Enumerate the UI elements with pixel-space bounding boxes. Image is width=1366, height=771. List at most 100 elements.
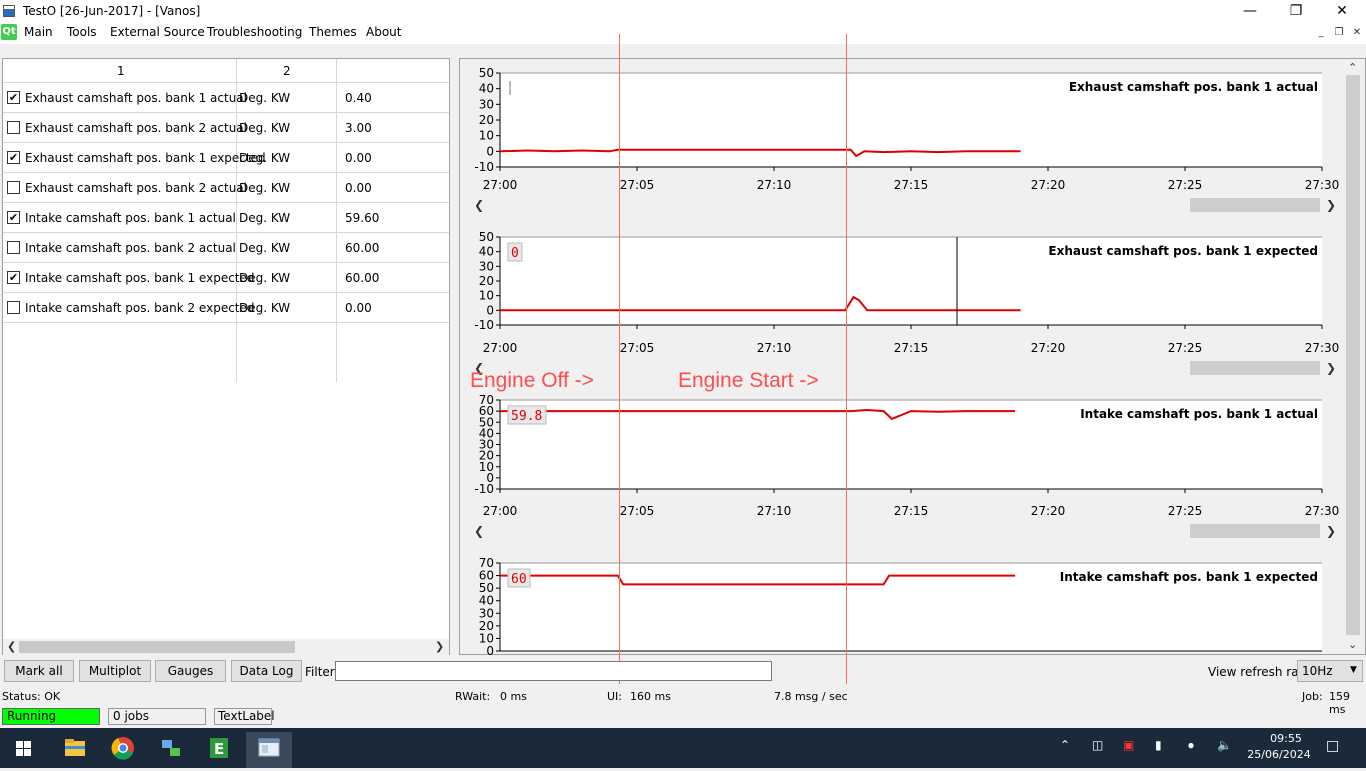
jobs-indicator: 0 jobs <box>108 708 206 725</box>
y-tick-label: -10 <box>474 482 494 496</box>
x-tick-label: 27:20 <box>1031 504 1066 518</box>
table-row[interactable]: ✔ Intake camshaft pos. bank 1 expected Deg… <box>3 263 449 293</box>
action-center-icon[interactable]: □ <box>1326 738 1339 754</box>
battery-icon[interactable]: ▮ <box>1155 738 1162 752</box>
signal-value: 0.00 <box>345 301 372 315</box>
scroll-right-icon[interactable]: ❯ <box>435 640 444 653</box>
x-tick-label: 27:15 <box>894 504 929 518</box>
column-header-2[interactable]: 2 <box>283 64 291 78</box>
x-tick-label: 27:05 <box>620 504 655 518</box>
mdi-minimize-button[interactable]: _ <box>1313 26 1329 40</box>
horizontal-scrollbar-thumb <box>1190 361 1320 375</box>
column-header-1[interactable]: 1 <box>117 64 125 78</box>
chart-1: 50 4030 20 100 -10 27:00 27:05 27:10 27:15 27:20 2… <box>474 66 1339 212</box>
row-checkbox[interactable] <box>7 121 20 134</box>
signal-unit: Deg. KW <box>239 121 291 135</box>
x-tick-label: 27:10 <box>757 178 792 192</box>
table-row[interactable]: Exhaust camshaft pos. bank 2 actual Deg. … <box>3 113 449 143</box>
table-row[interactable]: Intake camshaft pos. bank 2 expected Deg.… <box>3 293 449 323</box>
x-tick-label: 27:20 <box>1031 178 1066 192</box>
table-row[interactable]: ✔ Exhaust camshaft pos. bank 1 actual Deg.… <box>3 83 449 113</box>
table-header: 1 2 <box>3 59 449 83</box>
chrome-icon[interactable] <box>100 732 146 768</box>
taskbar-date[interactable]: 25/06/2024 <box>1247 748 1311 761</box>
editor-e-icon[interactable]: E <box>196 732 242 768</box>
row-checkbox[interactable]: ✔ <box>7 91 20 104</box>
menu-troubleshooting[interactable]: Troubleshooting <box>207 25 302 39</box>
menu-tools[interactable]: Tools <box>67 25 97 39</box>
engine-off-annotation: Engine Off -> <box>470 369 594 392</box>
menu-external-source[interactable]: External Source <box>110 25 205 39</box>
job-value: 159 ms <box>1329 690 1350 716</box>
engine-off-marker-line <box>619 34 620 684</box>
tray-device-icon[interactable]: ◫ <box>1092 738 1103 752</box>
wifi-icon[interactable]: ⦁ <box>1188 738 1194 753</box>
network-tool-icon[interactable] <box>148 732 194 768</box>
mark-all-button[interactable]: Mark all <box>4 660 74 682</box>
signal-unit: Deg. KW <box>239 271 291 285</box>
signal-name: Exhaust camshaft pos. bank 2 actual <box>25 181 247 195</box>
table-row[interactable]: ✔ Exhaust camshaft pos. bank 1 expected De… <box>3 143 449 173</box>
table-row[interactable]: Exhaust camshaft pos. bank 2 actual Deg. … <box>3 173 449 203</box>
y-tick-label: 20 <box>479 113 494 127</box>
y-tick-label: 50 <box>479 230 494 244</box>
x-tick-label: 27:30 <box>1305 341 1340 355</box>
filter-input[interactable] <box>335 661 772 681</box>
row-checkbox[interactable]: ✔ <box>7 211 20 224</box>
ui-label: UI: <box>607 690 623 703</box>
windows-start-icon[interactable] <box>0 732 46 768</box>
volume-muted-icon[interactable]: 🔈 <box>1217 738 1232 752</box>
menu-main[interactable]: Main <box>24 25 53 39</box>
testo-app-icon[interactable] <box>246 732 292 768</box>
y-tick-label: 30 <box>479 259 494 273</box>
rwait-value: 0 ms <box>500 690 527 703</box>
tray-notification-icon[interactable]: ▣ <box>1123 738 1134 752</box>
chart-title: Intake camshaft pos. bank 1 expected <box>1060 570 1318 584</box>
signal-name: Exhaust camshaft pos. bank 1 actual <box>25 91 247 105</box>
scroll-right-icon: ❯ <box>1326 361 1336 375</box>
row-checkbox[interactable]: ✔ <box>7 271 20 284</box>
signal-name: Intake camshaft pos. bank 1 actual <box>25 211 236 225</box>
window-title: TestO [26-Jun-2017] - [Vanos] <box>23 4 201 18</box>
gauges-button[interactable]: Gauges <box>155 660 226 682</box>
x-tick-label: 27:25 <box>1168 178 1203 192</box>
minimize-button[interactable]: — <box>1227 0 1273 22</box>
table-row[interactable]: Intake camshaft pos. bank 2 actual Deg. K… <box>3 233 449 263</box>
tray-expand-icon[interactable]: ⌃ <box>1060 738 1070 752</box>
taskbar-time[interactable]: 09:55 <box>1264 732 1308 745</box>
filter-label: Filter: <box>305 665 339 679</box>
table-row[interactable]: ✔ Intake camshaft pos. bank 1 actual Deg. … <box>3 203 449 233</box>
menu-themes[interactable]: Themes <box>309 25 357 39</box>
value-badge-text: 0 <box>511 246 519 261</box>
value-badge-text: 60 <box>511 572 527 587</box>
multiplot-button[interactable]: Multiplot <box>79 660 151 682</box>
x-tick-label: 27:05 <box>620 178 655 192</box>
data-log-button[interactable]: Data Log <box>231 660 302 682</box>
table-horizontal-scrollbar[interactable]: ❮ ❯ <box>3 639 449 655</box>
plot-vertical-scrollbar[interactable]: ⌃ ⌄ <box>1342 59 1364 654</box>
row-checkbox[interactable]: ✔ <box>7 151 20 164</box>
y-tick-label: 20 <box>479 274 494 288</box>
restore-button[interactable]: ❐ <box>1273 0 1319 22</box>
scrollbar-thumb[interactable] <box>1346 75 1360 635</box>
file-explorer-icon[interactable] <box>52 732 98 768</box>
x-tick-label: 27:25 <box>1168 341 1203 355</box>
chart-title: Exhaust camshaft pos. bank 1 actual <box>1069 80 1318 94</box>
scroll-left-icon[interactable]: ❮ <box>7 640 16 653</box>
refresh-rate-select[interactable]: 10Hz ▼ <box>1297 660 1363 682</box>
x-tick-label: 27:10 <box>757 341 792 355</box>
mdi-close-button[interactable]: ✕ <box>1349 26 1365 40</box>
y-tick-label: 40 <box>479 82 494 96</box>
menu-about[interactable]: About <box>366 25 401 39</box>
close-button[interactable]: ✕ <box>1319 0 1365 22</box>
row-checkbox[interactable] <box>7 181 20 194</box>
scrollbar-thumb[interactable] <box>19 641 295 653</box>
chart-2: 50403020100-1027:00 27:05 27:10 27:15 27:20 2… <box>474 230 1339 375</box>
row-checkbox[interactable] <box>7 241 20 254</box>
mdi-restore-button[interactable]: ❐ <box>1331 26 1347 40</box>
refresh-rate-value: 10Hz <box>1302 664 1333 678</box>
scroll-up-icon[interactable]: ⌃ <box>1348 61 1357 74</box>
row-checkbox[interactable] <box>7 301 20 314</box>
menu-bar: Qt Main Tools External Source Troublesho… <box>0 22 1366 44</box>
scroll-down-icon[interactable]: ⌄ <box>1348 638 1357 651</box>
